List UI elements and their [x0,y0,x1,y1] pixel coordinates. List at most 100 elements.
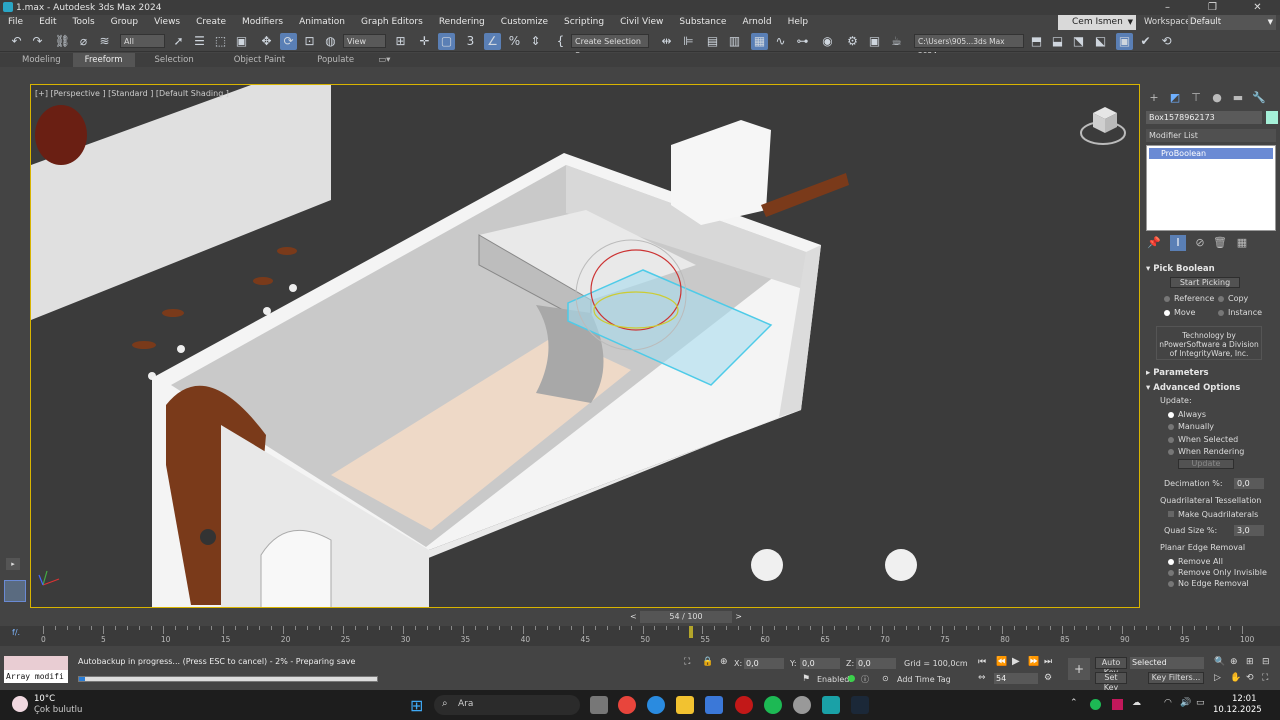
move-radio[interactable] [1164,310,1170,316]
tab-freeform[interactable]: Freeform [72,53,135,67]
current-frame-field[interactable]: 54 [994,673,1038,684]
opera-icon[interactable] [735,696,753,714]
tray-sync-icon[interactable]: ☁ [1132,698,1141,708]
menu-create[interactable]: Create [188,15,234,30]
toolbar-icon-f[interactable]: ⟲ [1158,33,1175,50]
selection-filter-dropdown[interactable]: All [120,34,165,48]
go-to-end-icon[interactable]: ⏭ [1044,657,1052,667]
battery-icon[interactable]: ▭ [1196,698,1205,708]
viewport-label[interactable]: [+] [Perspective ] [Standard ] [Default … [35,89,229,98]
menu-scripting[interactable]: Scripting [556,15,612,30]
menu-civil-view[interactable]: Civil View [612,15,671,30]
toolbar-icon-d[interactable]: ▣ [1116,33,1133,50]
time-configuration-icon[interactable]: ⚙ [1044,673,1052,683]
taskbar-search-box[interactable]: ⌕ Ara [434,695,580,715]
tab-modeling[interactable]: Modeling [0,53,73,67]
always-radio[interactable] [1168,412,1174,418]
clock-time[interactable]: 12:01 [1232,694,1257,704]
perspective-viewport[interactable]: [+] [Perspective ] [Standard ] [Default … [30,84,1140,608]
start-picking-button[interactable]: Start Picking [1170,277,1240,288]
clock-date[interactable]: 10.12.2025 [1213,705,1262,715]
make-unique-icon[interactable]: ⊘ [1192,235,1208,251]
render-production-icon[interactable]: ☕ [888,33,905,50]
modify-tab-icon[interactable]: ◩ [1167,90,1183,106]
next-key-icon[interactable]: ⏩ [1028,657,1039,667]
redo-icon[interactable]: ↷ [29,33,46,50]
add-time-tag-label[interactable]: Add Time Tag [897,675,951,684]
tray-app-icon[interactable] [1112,699,1123,710]
angle-snap-icon[interactable]: ∠ [484,33,501,50]
x-coordinate-field[interactable]: 0,0 [744,658,784,669]
select-manipulate-icon[interactable]: ✛ [416,33,433,50]
steam-icon[interactable] [851,696,869,714]
menu-group[interactable]: Group [103,15,146,30]
settings-icon[interactable] [793,696,811,714]
menu-rendering[interactable]: Rendering [431,15,493,30]
rendered-frame-window-icon[interactable]: ▣ [866,33,883,50]
isolate-icon[interactable]: ⛶ [684,657,690,667]
edge-icon[interactable] [647,696,665,714]
remove-modifier-icon[interactable]: 🗑 [1212,235,1228,251]
undo-icon[interactable]: ↶ [8,33,25,50]
bind-spacewarp-icon[interactable]: ≋ [96,33,113,50]
layer-explorer-icon[interactable]: ▥ [726,33,743,50]
time-slider[interactable]: < 54 / 100 > [630,611,742,623]
chevron-up-icon[interactable]: ⌃ [1070,698,1078,708]
close-icon[interactable]: ✕ [1235,0,1280,15]
info-icon[interactable]: ⓘ [861,674,869,685]
configure-modifier-sets-icon[interactable]: ▦ [1234,235,1250,251]
modifier-list-dropdown[interactable]: Modifier List [1146,129,1276,142]
zoom-icon[interactable]: 🔍 [1214,657,1225,667]
place-icon[interactable]: ◍ [322,33,339,50]
time-tag-icon[interactable]: ⊙ [882,674,889,683]
named-selection-sets-dropdown[interactable]: Create Selection Se [571,34,649,60]
viewport-layout-icon[interactable] [4,580,26,602]
project-folder-icon[interactable]: ⬒ [1028,33,1045,50]
prev-frame-icon[interactable]: < [630,611,637,623]
menu-tools[interactable]: Tools [65,15,103,30]
pan-icon[interactable]: ✋ [1230,673,1241,683]
reference-coordinate-dropdown[interactable]: View [343,34,386,48]
percent-snap-icon[interactable]: % [506,33,523,50]
parameters-rollout[interactable]: ▸ Parameters [1146,368,1209,378]
spinner-snap-icon[interactable]: ⇕ [527,33,544,50]
zoom-extents-icon[interactable]: ⊞ [1246,657,1254,667]
update-button[interactable]: Update [1178,459,1234,469]
instance-radio[interactable] [1218,310,1224,316]
manually-radio[interactable] [1168,424,1174,430]
menu-customize[interactable]: Customize [493,15,556,30]
menu-file[interactable]: File [0,15,31,30]
menu-views[interactable]: Views [146,15,188,30]
z-coordinate-field[interactable]: 0,0 [856,658,896,669]
menu-modifiers[interactable]: Modifiers [234,15,291,30]
previous-key-icon[interactable]: ⏪ [996,657,1007,667]
go-to-start-icon[interactable]: ⏮ [978,657,986,667]
task-view-icon[interactable] [590,696,608,714]
menu-edit[interactable]: Edit [31,15,64,30]
toolbar-icon-c[interactable]: ⬕ [1092,33,1109,50]
material-editor-icon[interactable]: ◉ [819,33,836,50]
keyboard-shortcut-override-icon[interactable]: ▢ [438,33,455,50]
menu-animation[interactable]: Animation [291,15,353,30]
absolute-mode-icon[interactable]: ⊕ [720,657,728,667]
menu-help[interactable]: Help [780,15,817,30]
make-quadrilaterals-checkbox[interactable] [1168,511,1174,517]
advanced-options-rollout[interactable]: ▾ Advanced Options [1146,383,1240,393]
key-filters-button[interactable]: Key Filters... [1148,672,1204,684]
weather-icon[interactable] [12,696,28,712]
snaps-toggle-icon[interactable]: 3 [462,33,479,50]
rect-selection-icon[interactable]: ⬚ [212,33,229,50]
orbit-icon[interactable]: ⟲ [1246,673,1254,683]
tab-object-paint[interactable]: Object Paint [214,53,305,67]
remove-all-radio[interactable] [1168,559,1174,565]
maximize-icon[interactable]: ❐ [1190,0,1235,15]
auto-key-button[interactable]: Auto Key [1095,657,1127,677]
maxscript-mini-listener[interactable]: Array modifi [4,670,68,683]
key-selection-dropdown[interactable]: Selected [1130,657,1204,669]
decimation-spinner[interactable]: 0,0 [1234,478,1264,489]
modifier-stack-item[interactable]: ProBoolean [1149,148,1273,159]
window-crossing-icon[interactable]: ▣ [233,33,250,50]
when-rendering-radio[interactable] [1168,449,1174,455]
set-key-big-icon[interactable]: + [1068,658,1090,680]
move-icon[interactable]: ✥ [258,33,275,50]
